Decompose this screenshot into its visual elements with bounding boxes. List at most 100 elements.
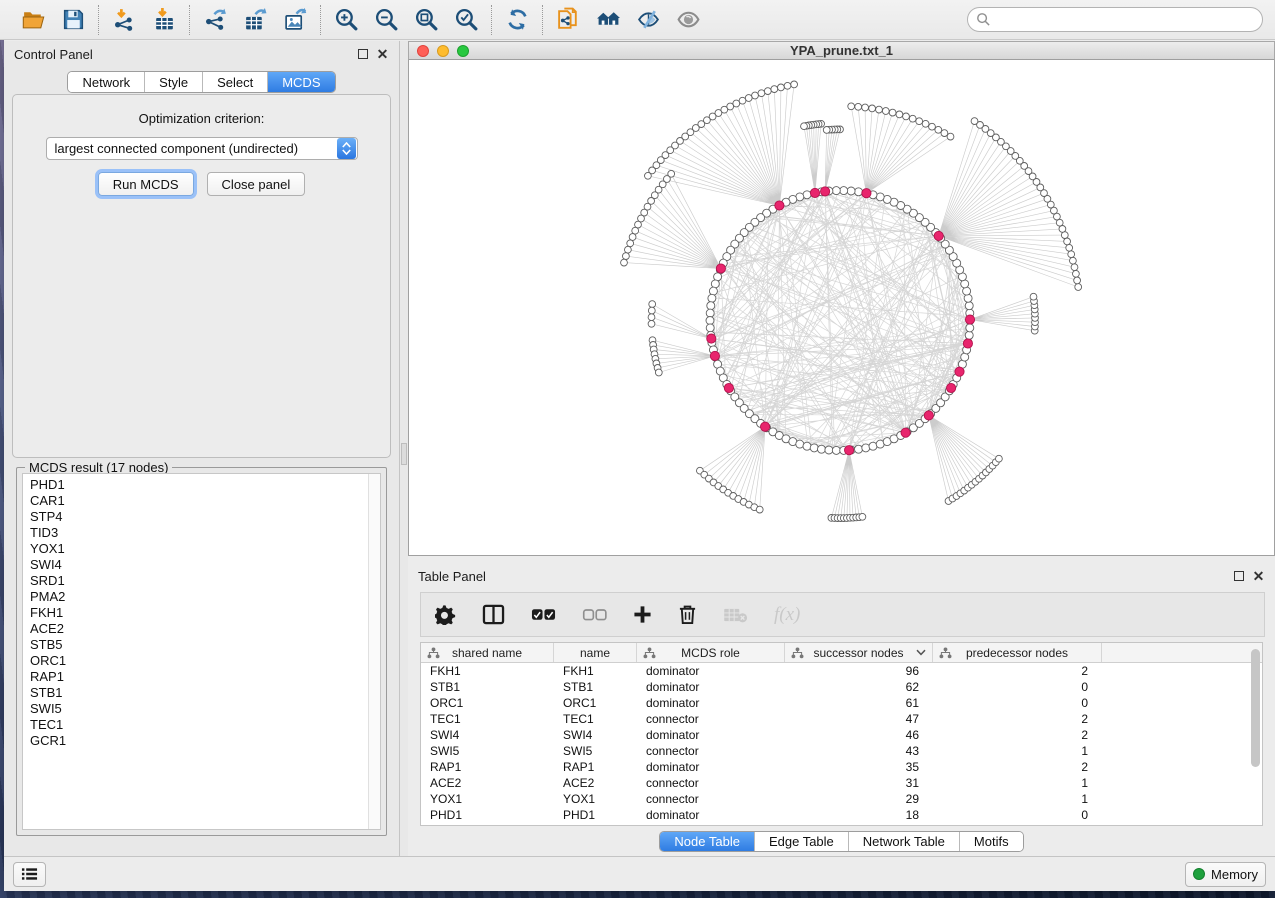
- graph-node[interactable]: [996, 455, 1003, 462]
- graph-node[interactable]: [655, 369, 662, 376]
- horizontal-splitter[interactable]: [408, 556, 1275, 563]
- task-history-button[interactable]: [13, 862, 46, 887]
- graph-node[interactable]: [803, 191, 811, 199]
- col-shared-name[interactable]: shared name: [421, 643, 554, 662]
- graph-node[interactable]: [818, 445, 826, 453]
- graph-node[interactable]: [648, 314, 655, 321]
- deselect-all-button[interactable]: [582, 608, 607, 622]
- network-window-titlebar[interactable]: YPA_prune.txt_1: [408, 41, 1275, 60]
- list-item[interactable]: PHD1: [30, 477, 368, 493]
- save-session-button[interactable]: [58, 5, 88, 35]
- list-item[interactable]: SWI5: [30, 701, 368, 717]
- list-item[interactable]: PMA2: [30, 589, 368, 605]
- splitter-grip[interactable]: [401, 443, 407, 465]
- graph-node[interactable]: [847, 187, 855, 195]
- delete-table-button[interactable]: [723, 607, 748, 623]
- table-row[interactable]: FKH1FKH1dominator962: [421, 663, 1262, 679]
- scrollbar-thumb[interactable]: [1251, 649, 1260, 767]
- graph-node[interactable]: [621, 259, 628, 266]
- graph-node[interactable]: [965, 302, 973, 310]
- graph-node[interactable]: [791, 81, 798, 88]
- table-row[interactable]: YOX1YOX1connector291: [421, 791, 1262, 807]
- graph-node[interactable]: [810, 444, 818, 452]
- result-list-scrollbar[interactable]: [368, 474, 380, 829]
- select-all-button[interactable]: [531, 608, 556, 622]
- graph-node[interactable]: [645, 172, 652, 179]
- graph-node[interactable]: [1066, 244, 1073, 251]
- export-network-button[interactable]: [200, 5, 230, 35]
- refresh-view-button[interactable]: [502, 5, 532, 35]
- graph-node[interactable]: [903, 113, 910, 120]
- graph-node[interactable]: [889, 109, 896, 116]
- graph-node[interactable]: [784, 82, 791, 89]
- graph-node[interactable]: [862, 444, 870, 452]
- add-column-button[interactable]: [633, 605, 652, 624]
- graph-node[interactable]: [706, 317, 714, 325]
- list-item[interactable]: ORC1: [30, 653, 368, 669]
- graph-node[interactable]: [882, 108, 889, 115]
- graph-node[interactable]: [832, 446, 840, 454]
- graph-node[interactable]: [832, 187, 840, 195]
- graph-node[interactable]: [632, 227, 639, 234]
- table-row[interactable]: STB1STB1dominator620: [421, 679, 1262, 695]
- graph-node[interactable]: [629, 234, 636, 241]
- graph-hub-node[interactable]: [947, 383, 956, 392]
- graph-hub-node[interactable]: [901, 428, 910, 437]
- graph-node[interactable]: [964, 294, 972, 302]
- graph-node[interactable]: [1030, 293, 1037, 300]
- graph-hub-node[interactable]: [775, 201, 784, 210]
- graph-node[interactable]: [971, 118, 978, 125]
- list-item[interactable]: STB1: [30, 685, 368, 701]
- table-row[interactable]: ACE2ACE2connector311: [421, 775, 1262, 791]
- graph-hub-node[interactable]: [707, 334, 716, 343]
- window-zoom-light[interactable]: [457, 45, 469, 57]
- graph-hub-node[interactable]: [934, 231, 943, 240]
- tab-edge-table[interactable]: Edge Table: [755, 832, 849, 851]
- graph-node[interactable]: [1064, 238, 1071, 245]
- home-button[interactable]: [593, 5, 623, 35]
- tab-network-table[interactable]: Network Table: [849, 832, 960, 851]
- tab-style[interactable]: Style: [145, 72, 203, 92]
- graph-hub-node[interactable]: [924, 411, 933, 420]
- table-row[interactable]: PHD1PHD1dominator180: [421, 807, 1262, 823]
- tab-network[interactable]: Network: [68, 72, 145, 92]
- delete-column-button[interactable]: [678, 604, 697, 625]
- col-predecessor-nodes[interactable]: predecessor nodes: [933, 643, 1102, 662]
- list-item[interactable]: STB5: [30, 637, 368, 653]
- tab-motifs[interactable]: Motifs: [960, 832, 1023, 851]
- list-item[interactable]: YOX1: [30, 541, 368, 557]
- graph-node[interactable]: [859, 513, 866, 520]
- graph-node[interactable]: [840, 187, 848, 195]
- open-file-button[interactable]: [18, 5, 48, 35]
- list-item[interactable]: CAR1: [30, 493, 368, 509]
- graph-hub-node[interactable]: [845, 446, 854, 455]
- graph-node[interactable]: [965, 331, 973, 339]
- graph-node[interactable]: [1070, 257, 1077, 264]
- col-successor-nodes[interactable]: successor nodes: [785, 643, 933, 662]
- graph-node[interactable]: [778, 84, 785, 91]
- graph-node[interactable]: [1071, 264, 1078, 271]
- graph-node[interactable]: [756, 506, 763, 513]
- memory-button[interactable]: Memory: [1185, 862, 1266, 887]
- graph-node[interactable]: [771, 86, 778, 93]
- graph-node[interactable]: [876, 193, 884, 201]
- table-row[interactable]: TEC1TEC1connector472: [421, 711, 1262, 727]
- close-panel-icon[interactable]: ✕: [376, 48, 389, 61]
- float-table-panel-icon[interactable]: [1234, 571, 1244, 581]
- list-item[interactable]: RAP1: [30, 669, 368, 685]
- graph-node[interactable]: [855, 188, 863, 196]
- graph-node[interactable]: [803, 442, 811, 450]
- network-canvas[interactable]: [408, 60, 1275, 556]
- graph-node[interactable]: [922, 120, 929, 127]
- search-input[interactable]: [967, 7, 1263, 32]
- graph-node[interactable]: [963, 287, 971, 295]
- graph-node[interactable]: [855, 445, 863, 453]
- graph-node[interactable]: [823, 127, 830, 134]
- graph-hub-node[interactable]: [724, 383, 733, 392]
- zoom-out-button[interactable]: [371, 5, 401, 35]
- vertical-splitter[interactable]: [400, 41, 408, 856]
- zoom-fit-button[interactable]: [411, 5, 441, 35]
- graph-node[interactable]: [649, 301, 656, 308]
- float-panel-icon[interactable]: [358, 49, 368, 59]
- toggle-graphics-details-button[interactable]: [633, 5, 663, 35]
